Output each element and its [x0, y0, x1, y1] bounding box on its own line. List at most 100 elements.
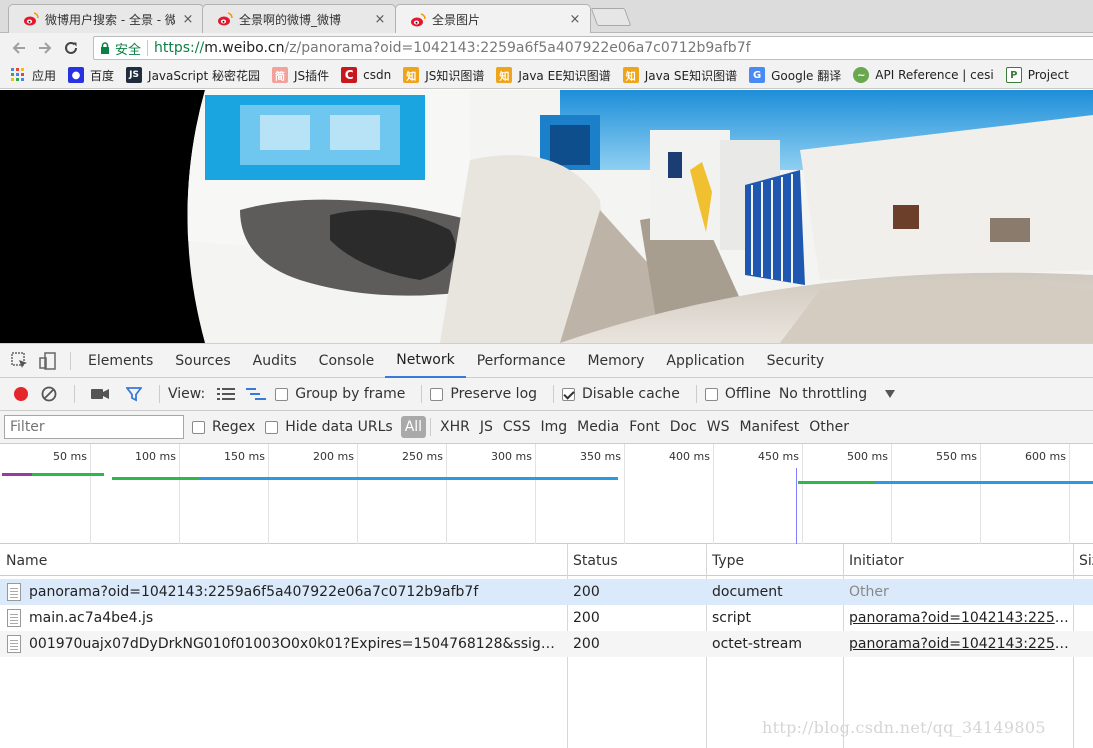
request-initiator: Other [849, 584, 889, 600]
inspect-element-button[interactable] [6, 344, 34, 378]
preserve-log-checkbox[interactable]: Preserve log [430, 386, 537, 402]
bookmark-label: 应用 [32, 68, 57, 83]
panorama-image[interactable] [0, 90, 1093, 343]
bookmark-baidu[interactable]: ● 百度 [68, 67, 114, 84]
filter-type-other[interactable]: Other [804, 416, 854, 438]
filter-type-xhr[interactable]: XHR [435, 416, 475, 438]
column-header-name[interactable]: Name [6, 553, 47, 569]
group-by-frame-checkbox[interactable]: Group by frame [275, 386, 405, 402]
divider [553, 385, 555, 403]
record-button[interactable] [10, 381, 32, 407]
column-header-type[interactable]: Type [712, 553, 744, 569]
timeline-bar [32, 473, 104, 476]
filter-type-manifest[interactable]: Manifest [734, 416, 804, 438]
bookmark-api-reference[interactable]: ~ API Reference | cesi [853, 67, 994, 83]
timeline-bar [112, 477, 200, 480]
back-button[interactable] [6, 35, 32, 61]
filter-type-js[interactable]: JS [475, 416, 498, 438]
timeline-gridline [891, 444, 892, 544]
column-header-initiator[interactable]: Initiator [849, 553, 904, 569]
bookmark-js-plugins[interactable]: 简 JS插件 [272, 67, 329, 84]
offline-checkbox[interactable]: Offline [704, 386, 771, 402]
filter-type-all[interactable]: All [400, 416, 427, 438]
panorama-viewport[interactable] [0, 90, 1093, 343]
url-scheme: https:// [154, 40, 205, 56]
tab-performance[interactable]: Performance [466, 344, 577, 378]
bookmark-label: Project [1027, 68, 1069, 82]
reload-button[interactable] [58, 35, 84, 61]
secure-indicator[interactable]: 安全 [100, 39, 141, 58]
disable-cache-checkbox[interactable]: Disable cache [562, 386, 680, 402]
filter-type-media[interactable]: Media [572, 416, 624, 438]
filter-toggle-button[interactable] [117, 381, 151, 407]
capture-screenshots-button[interactable] [83, 381, 117, 407]
request-status: 200 [573, 610, 600, 626]
column-header-size[interactable]: Size [1079, 553, 1093, 569]
clear-button[interactable] [32, 381, 66, 407]
js-icon: JS [126, 67, 143, 83]
hide-data-urls-checkbox[interactable]: Hide data URLs [265, 419, 393, 435]
regex-checkbox[interactable]: Regex [192, 419, 255, 435]
table-row[interactable]: main.ac7a4be4.js 200 script panorama?oid… [0, 605, 1093, 631]
throttling-select[interactable]: No throttling [779, 386, 896, 402]
timeline-bar [876, 481, 1093, 484]
close-icon[interactable]: × [181, 12, 195, 27]
close-icon[interactable]: × [373, 12, 387, 27]
timeline-gridline [446, 444, 447, 544]
dropdown-triangle-icon [885, 390, 896, 398]
google-translate-icon: G [749, 67, 766, 83]
request-initiator-link[interactable]: panorama?oid=1042143:2259a… [849, 610, 1069, 626]
tab-console[interactable]: Console [308, 344, 386, 378]
tab-elements[interactable]: Elements [77, 344, 164, 378]
script-file-icon [7, 609, 21, 627]
device-toolbar-button[interactable] [34, 344, 62, 378]
column-header-status[interactable]: Status [573, 553, 618, 569]
checkbox-box[interactable] [275, 387, 289, 401]
checkbox-box[interactable] [430, 387, 444, 401]
tab-audits[interactable]: Audits [242, 344, 308, 378]
tab-memory[interactable]: Memory [576, 344, 655, 378]
checkbox-box[interactable] [265, 420, 279, 434]
bookmark-csdn[interactable]: C csdn [341, 67, 391, 83]
browser-tab-2[interactable]: 全景啊的微博_微博 × [202, 4, 396, 33]
address-bar[interactable]: 安全 https://m.weibo.cn/z/panorama?oid=104… [93, 36, 1093, 60]
filter-type-font[interactable]: Font [624, 416, 664, 438]
filter-type-img[interactable]: Img [535, 416, 572, 438]
waterfall-overview-button[interactable] [241, 381, 271, 407]
filter-type-doc[interactable]: Doc [665, 416, 702, 438]
bookmark-project[interactable]: P Project [1005, 67, 1069, 83]
tab-application[interactable]: Application [655, 344, 755, 378]
close-icon[interactable]: × [568, 12, 582, 27]
table-row[interactable]: 001970uajx07dDyDrkNG010f01003O0x0k01?Exp… [0, 631, 1093, 657]
tab-network[interactable]: Network [385, 344, 466, 378]
tab-security[interactable]: Security [756, 344, 836, 378]
browser-tab-1[interactable]: 微博用户搜索 - 全景 - 微 × [8, 4, 204, 33]
bookmark-javase-knowledge[interactable]: 知 Java SE知识图谱 [622, 67, 737, 84]
checkbox-box[interactable] [192, 420, 205, 434]
bookmark-js-knowledge[interactable]: 知 JS知识图谱 [403, 67, 484, 84]
browser-tab-active[interactable]: 全景图片 × [395, 4, 591, 34]
large-rows-button[interactable] [211, 381, 241, 407]
filter-type-css[interactable]: CSS [498, 416, 536, 438]
bookmark-google-translate[interactable]: G Google 翻译 [749, 67, 841, 84]
timeline-gridline [1069, 444, 1070, 544]
reload-icon [65, 41, 77, 54]
new-tab-button[interactable] [590, 8, 632, 26]
bookmark-javascript-garden[interactable]: JS JavaScript 秘密花园 [126, 67, 260, 84]
bookmark-label: JS知识图谱 [425, 68, 485, 83]
request-status: 200 [573, 636, 600, 652]
bookmark-javaee-knowledge[interactable]: 知 Java EE知识图谱 [496, 67, 611, 84]
filter-input[interactable] [4, 415, 184, 439]
tab-sources[interactable]: Sources [164, 344, 241, 378]
weibo-icon [24, 12, 39, 26]
secure-label: 安全 [115, 42, 142, 58]
request-name: 001970uajx07dDyDrkNG010f01003O0x0k01?Exp… [29, 636, 563, 652]
filter-type-ws[interactable]: WS [702, 416, 735, 438]
checkbox-box-checked[interactable] [562, 387, 576, 401]
bookmark-apps[interactable]: 应用 [10, 67, 56, 84]
forward-button[interactable] [32, 35, 58, 61]
checkbox-box[interactable] [704, 387, 718, 401]
network-overview-timeline[interactable]: 50 ms 100 ms 150 ms 200 ms 250 ms 300 ms… [0, 444, 1093, 544]
table-row[interactable]: panorama?oid=1042143:2259a6f5a407922e06a… [0, 579, 1093, 605]
request-initiator-link[interactable]: panorama?oid=1042143:2259a… [849, 636, 1069, 652]
